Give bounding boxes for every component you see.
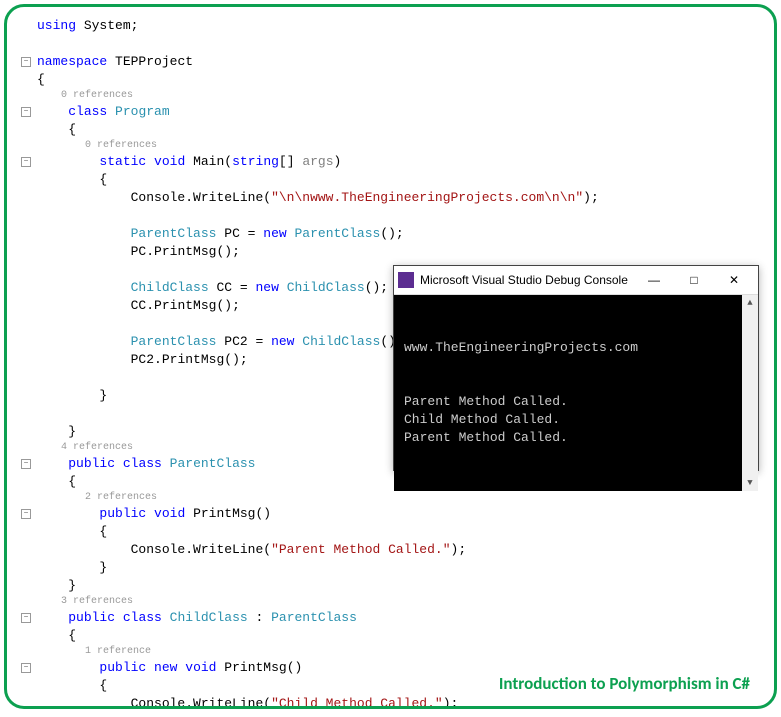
method-name: Main (193, 154, 224, 169)
console-line: Parent Method Called. (404, 394, 568, 409)
references-link[interactable]: 0 references (85, 140, 157, 151)
image-caption: Introduction to Polymorphism in C# (499, 673, 750, 694)
references-link[interactable]: 2 references (85, 492, 157, 503)
console-line: www.TheEngineeringProjects.com (404, 340, 638, 355)
console-titlebar[interactable]: Microsoft Visual Studio Debug Console — … (394, 266, 758, 295)
maximize-button[interactable]: □ (674, 266, 714, 294)
fold-icon[interactable]: − (21, 459, 31, 469)
string-literal: "\n\nwww.TheEngineeringProjects.com\n\n" (271, 190, 583, 205)
editor-frame: using System; −namespace TEPProject { 0 … (4, 4, 777, 709)
fold-icon[interactable]: − (21, 157, 31, 167)
close-button[interactable]: ✕ (714, 266, 754, 294)
keyword-namespace: namespace (37, 54, 107, 69)
fold-icon[interactable]: − (21, 509, 31, 519)
references-link[interactable]: 1 reference (85, 646, 151, 657)
references-link[interactable]: 4 references (61, 442, 133, 453)
method-name: PrintMsg (193, 506, 255, 521)
scroll-up-icon[interactable]: ▲ (742, 295, 758, 311)
console-line: Parent Method Called. (404, 430, 568, 445)
console-line: Child Method Called. (404, 412, 560, 427)
references-link[interactable]: 3 references (61, 596, 133, 607)
fold-icon[interactable]: − (21, 57, 31, 67)
identifier: System (84, 18, 131, 33)
class-name: ChildClass (170, 610, 248, 625)
keyword-using: using (37, 18, 76, 33)
fold-icon[interactable]: − (21, 107, 31, 117)
namespace-name: TEPProject (115, 54, 193, 69)
method-name: PrintMsg (224, 660, 286, 675)
console-title: Microsoft Visual Studio Debug Console (420, 273, 634, 287)
string-literal: "Child Method Called." (271, 696, 443, 709)
class-name: Program (115, 104, 170, 119)
fold-icon[interactable]: − (21, 663, 31, 673)
scroll-down-icon[interactable]: ▼ (742, 475, 758, 491)
fold-icon[interactable]: − (21, 613, 31, 623)
string-literal: "Parent Method Called." (271, 542, 450, 557)
vs-icon (398, 272, 414, 288)
console-output[interactable]: www.TheEngineeringProjects.com Parent Me… (394, 295, 758, 491)
minimize-button[interactable]: — (634, 266, 674, 294)
debug-console-window: Microsoft Visual Studio Debug Console — … (393, 265, 759, 471)
class-name: ParentClass (170, 456, 256, 471)
scrollbar[interactable]: ▲ ▼ (742, 295, 758, 491)
references-link[interactable]: 0 references (61, 90, 133, 101)
